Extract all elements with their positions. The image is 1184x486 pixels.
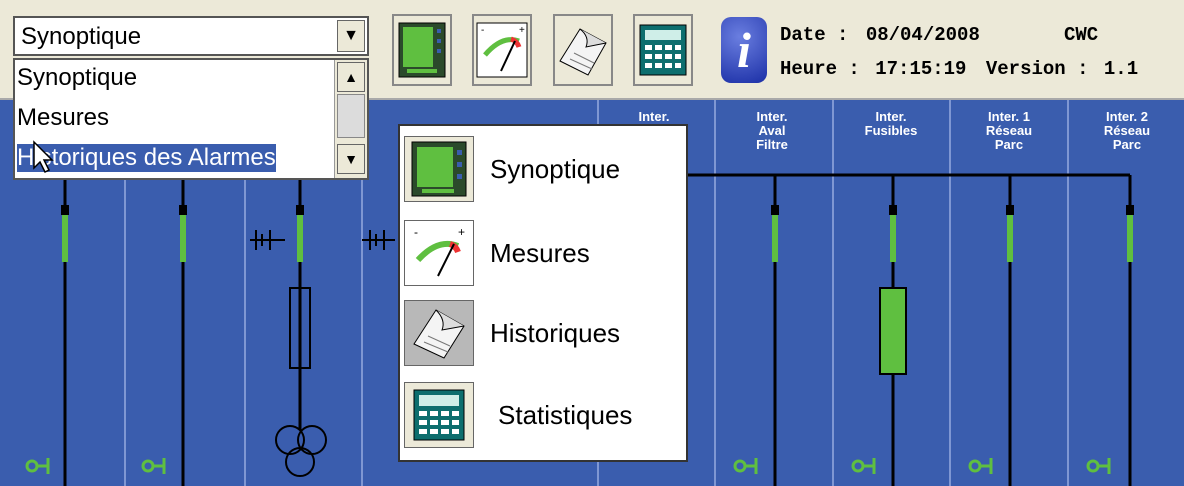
synoptique-button[interactable] bbox=[392, 14, 452, 86]
scroll-up-icon[interactable]: ▲ bbox=[337, 62, 365, 92]
historiques-button[interactable] bbox=[553, 14, 613, 86]
date-label: Date : bbox=[780, 24, 849, 46]
popup-item-synoptique[interactable]: Synoptique bbox=[402, 130, 686, 208]
scrollbar[interactable]: ▲ ▼ bbox=[334, 60, 367, 178]
chevron-down-icon[interactable]: ▼ bbox=[337, 20, 365, 52]
list-item-selected[interactable]: Historiques des Alarmes bbox=[17, 144, 276, 172]
popup-item-statistiques[interactable]: Statistiques bbox=[402, 376, 686, 454]
scroll-down-icon[interactable]: ▼ bbox=[337, 144, 365, 174]
historiques-icon bbox=[559, 28, 607, 76]
historiques-icon bbox=[404, 300, 474, 366]
list-item[interactable]: Mesures bbox=[17, 104, 109, 132]
version-value: 1.1 bbox=[1103, 58, 1139, 80]
column-label-inter-fusibles: Inter. Fusibles bbox=[864, 109, 918, 138]
popup-item-mesures[interactable]: - + Mesures bbox=[402, 214, 686, 292]
popup-item-historiques[interactable]: Historiques bbox=[402, 294, 686, 372]
svg-text:-: - bbox=[481, 25, 484, 36]
popup-item-label: Historiques bbox=[490, 318, 621, 348]
view-select-value: Synoptique bbox=[21, 23, 142, 50]
status-panel: Date : 08/04/2008 CWC Heure : 17:15:19 V… bbox=[780, 18, 1180, 86]
navigation-popup-menu: Synoptique - + Mesures Historiques Statis… bbox=[398, 124, 688, 462]
view-select[interactable]: Synoptique ▼ bbox=[13, 16, 369, 56]
synoptique-icon bbox=[404, 136, 474, 202]
popup-item-label: Synoptique bbox=[490, 154, 621, 184]
column-label-inter-2-reseau-parc: Inter. 2 Réseau Parc bbox=[1103, 109, 1151, 152]
synoptique-icon bbox=[398, 22, 446, 78]
svg-text:+: + bbox=[458, 225, 465, 239]
time-value: 17:15:19 bbox=[875, 58, 967, 80]
mesures-icon: - + bbox=[476, 22, 528, 78]
date-value: 08/04/2008 bbox=[865, 24, 980, 46]
mesures-icon: - + bbox=[404, 220, 474, 286]
scrollbar-thumb[interactable] bbox=[337, 94, 365, 138]
popup-item-label: Statistiques bbox=[498, 400, 633, 430]
svg-text:+: + bbox=[519, 25, 525, 36]
column-label-inter-1-reseau-parc: Inter. 1 Réseau Parc bbox=[985, 109, 1033, 152]
info-button[interactable]: i bbox=[714, 12, 774, 88]
statistiques-button[interactable] bbox=[633, 14, 693, 86]
list-item[interactable]: Synoptique bbox=[17, 64, 137, 92]
svg-text:-: - bbox=[414, 225, 418, 239]
view-select-dropdown-list: Synoptique Mesures Historiques des Alarm… bbox=[13, 58, 369, 180]
column-label-inter-aval-filtre: Inter. Aval Filtre bbox=[756, 109, 788, 152]
popup-item-label: Mesures bbox=[490, 238, 590, 268]
app-name: CWC bbox=[1064, 24, 1099, 46]
mouse-cursor-icon bbox=[33, 140, 54, 174]
statistiques-icon bbox=[639, 24, 687, 76]
column-label-inter: Inter. bbox=[638, 109, 670, 124]
info-icon: i bbox=[721, 17, 767, 83]
mesures-button[interactable]: - + bbox=[472, 14, 532, 86]
time-label: Heure : bbox=[780, 58, 860, 80]
statistiques-icon bbox=[404, 382, 474, 448]
version-label: Version : bbox=[985, 58, 1089, 80]
